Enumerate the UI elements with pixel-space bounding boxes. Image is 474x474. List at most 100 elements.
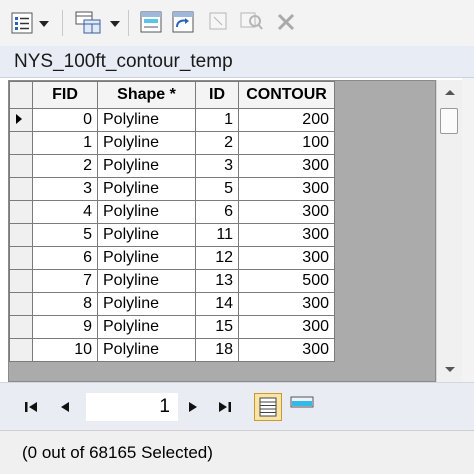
table-row[interactable]: 10 Polyline 18 300: [9, 338, 335, 362]
first-record-button[interactable]: [22, 399, 40, 415]
shape-cell[interactable]: Polyline: [97, 292, 196, 316]
table-options-button[interactable]: [8, 9, 49, 37]
id-cell[interactable]: 6: [195, 200, 239, 224]
fid-cell[interactable]: 6: [32, 246, 98, 270]
all-records-icon: [259, 397, 277, 417]
delete-selected-button[interactable]: [274, 9, 300, 37]
zoom-to-selected-button[interactable]: [238, 9, 266, 37]
contour-cell[interactable]: 300: [238, 292, 335, 316]
id-cell[interactable]: 12: [195, 246, 239, 270]
select-all-corner[interactable]: [9, 81, 33, 109]
id-cell[interactable]: 18: [195, 338, 239, 362]
shape-cell[interactable]: Polyline: [97, 200, 196, 224]
show-all-records-button[interactable]: [254, 393, 282, 421]
shape-cell[interactable]: Polyline: [97, 246, 196, 270]
switch-selection-button[interactable]: [170, 9, 198, 37]
row-selector[interactable]: [9, 223, 33, 247]
contour-cell[interactable]: 300: [238, 200, 335, 224]
column-header-id[interactable]: ID: [195, 81, 239, 109]
chevron-down-icon: [39, 21, 49, 27]
table-row[interactable]: 6 Polyline 12 300: [9, 246, 335, 270]
row-selector[interactable]: [9, 177, 33, 201]
column-header-contour[interactable]: CONTOUR: [238, 81, 335, 109]
row-selector[interactable]: [9, 338, 33, 362]
contour-cell[interactable]: 300: [238, 154, 335, 178]
shape-cell[interactable]: Polyline: [97, 338, 196, 362]
last-record-icon: [219, 402, 231, 412]
id-cell[interactable]: 11: [195, 223, 239, 247]
shape-cell[interactable]: Polyline: [97, 108, 196, 132]
table-row[interactable]: 8 Polyline 14 300: [9, 292, 335, 316]
show-selected-records-button[interactable]: [288, 393, 316, 421]
shape-cell[interactable]: Polyline: [97, 131, 196, 155]
fid-cell[interactable]: 7: [32, 269, 98, 293]
fid-cell[interactable]: 10: [32, 338, 98, 362]
fid-cell[interactable]: 3: [32, 177, 98, 201]
scroll-up-icon[interactable]: [445, 90, 455, 95]
next-record-button[interactable]: [184, 399, 202, 415]
clear-selection-button[interactable]: [206, 9, 232, 37]
clear-selection-icon: [209, 12, 227, 30]
contour-cell[interactable]: 300: [238, 223, 335, 247]
column-header-fid[interactable]: FID: [32, 81, 98, 109]
id-cell[interactable]: 2: [195, 131, 239, 155]
id-cell[interactable]: 3: [195, 154, 239, 178]
contour-cell[interactable]: 300: [238, 177, 335, 201]
previous-record-button[interactable]: [56, 399, 74, 415]
fid-cell[interactable]: 8: [32, 292, 98, 316]
fid-cell[interactable]: 1: [32, 131, 98, 155]
contour-cell[interactable]: 300: [238, 315, 335, 339]
contour-cell[interactable]: 300: [238, 246, 335, 270]
id-cell[interactable]: 1: [195, 108, 239, 132]
related-tables-button[interactable]: [74, 9, 120, 37]
table-row[interactable]: 1 Polyline 2 100: [9, 131, 335, 155]
table-tab[interactable]: NYS_100ft_contour_temp: [0, 46, 474, 78]
fid-cell[interactable]: 9: [32, 315, 98, 339]
row-selector[interactable]: [9, 200, 33, 224]
row-selector[interactable]: [9, 315, 33, 339]
current-record-field[interactable]: 1: [86, 393, 178, 421]
row-selector[interactable]: [9, 131, 33, 155]
id-cell[interactable]: 13: [195, 269, 239, 293]
table-title: NYS_100ft_contour_temp: [14, 51, 233, 72]
shape-cell[interactable]: Polyline: [97, 223, 196, 247]
table-row[interactable]: 5 Polyline 11 300: [9, 223, 335, 247]
table-row[interactable]: 0 Polyline 1 200: [9, 108, 335, 132]
zoom-to-selected-icon: [240, 12, 263, 30]
fid-cell[interactable]: 4: [32, 200, 98, 224]
last-record-button[interactable]: [216, 399, 234, 415]
fid-cell[interactable]: 2: [32, 154, 98, 178]
select-by-attributes-button[interactable]: [138, 9, 166, 37]
shape-cell[interactable]: Polyline: [97, 269, 196, 293]
scrollbar-thumb[interactable]: [440, 108, 458, 134]
id-cell[interactable]: 15: [195, 315, 239, 339]
vertical-scrollbar[interactable]: [436, 80, 462, 382]
shape-cell[interactable]: Polyline: [97, 177, 196, 201]
contour-cell[interactable]: 100: [238, 131, 335, 155]
row-selector[interactable]: [9, 269, 33, 293]
row-selector[interactable]: [9, 108, 33, 132]
contour-cell[interactable]: 500: [238, 269, 335, 293]
fid-cell[interactable]: 5: [32, 223, 98, 247]
table-row[interactable]: 2 Polyline 3 300: [9, 154, 335, 178]
scroll-down-icon[interactable]: [445, 367, 455, 372]
shape-cell[interactable]: Polyline: [97, 315, 196, 339]
row-selector[interactable]: [9, 292, 33, 316]
row-selector[interactable]: [9, 246, 33, 270]
table-row[interactable]: 9 Polyline 15 300: [9, 315, 335, 339]
id-cell[interactable]: 5: [195, 177, 239, 201]
id-cell[interactable]: 14: [195, 292, 239, 316]
contour-cell[interactable]: 300: [238, 338, 335, 362]
selection-count: (0 out of 68165 Selected): [22, 443, 213, 462]
related-tables-icon: [75, 11, 101, 34]
contour-cell[interactable]: 200: [238, 108, 335, 132]
table-row[interactable]: 4 Polyline 6 300: [9, 200, 335, 224]
row-selector[interactable]: [9, 154, 33, 178]
next-record-icon: [189, 402, 197, 412]
table-row[interactable]: 3 Polyline 5 300: [9, 177, 335, 201]
shape-cell[interactable]: Polyline: [97, 154, 196, 178]
column-header-shape[interactable]: Shape *: [97, 81, 196, 109]
select-by-attributes-icon: [140, 11, 162, 33]
fid-cell[interactable]: 0: [32, 108, 98, 132]
table-row[interactable]: 7 Polyline 13 500: [9, 269, 335, 293]
